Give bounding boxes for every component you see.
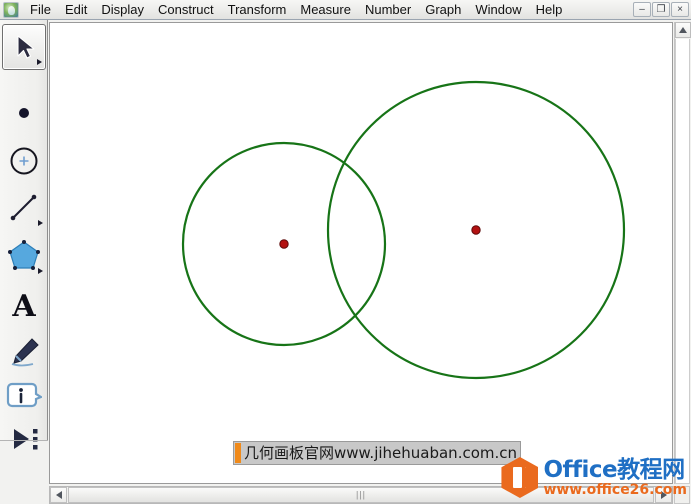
minimize-button[interactable]: – [633,2,651,17]
menu-window[interactable]: Window [468,0,528,19]
chevron-left-icon [55,491,62,499]
menu-file[interactable]: File [23,0,58,19]
flyout-triangle-icon[interactable] [37,59,42,65]
window-controls: – ❐ × [633,2,689,17]
svg-text:A: A [11,289,36,323]
geometers-sketchpad-window: File Edit Display Construct Transform Me… [0,0,691,504]
circle-compass-icon [10,147,38,175]
scroll-up-arrow-icon[interactable] [675,22,691,38]
restore-button[interactable]: ❐ [652,2,670,17]
text-letter-a-icon: A [11,289,36,323]
center-point-right[interactable] [471,225,481,235]
point-tool[interactable] [2,90,46,136]
chevron-right-icon [660,491,667,499]
custom-tools-triangle-icon [14,429,38,450]
selection-arrow-tool[interactable] [2,24,46,70]
toolbar-divider [0,440,48,441]
point-dot-icon [19,108,29,118]
horizontal-scroll-thumb[interactable]: ||| [68,487,654,503]
vertical-scrollbar[interactable] [674,22,691,484]
menu-display[interactable]: Display [94,0,151,19]
menu-help[interactable]: Help [529,0,570,19]
text-label-value[interactable]: 几何画板官网www.jihehuaban.com.cn [241,442,520,464]
menu-measure[interactable]: Measure [293,0,358,19]
vertical-scroll-track[interactable] [675,39,690,484]
scroll-left-arrow-icon[interactable] [50,487,67,503]
text-tool[interactable]: A [2,282,46,328]
menu-graph[interactable]: Graph [418,0,468,19]
sketch-canvas[interactable] [49,22,673,484]
sketch-text-label[interactable]: 几何画板官网www.jihehuaban.com.cn [233,441,522,465]
horizontal-scrollbar[interactable]: ||| [49,486,673,504]
scrollbar-corner [674,486,690,504]
custom-tools[interactable] [2,416,46,462]
straightedge-tool[interactable] [2,184,46,230]
compass-circle-tool[interactable] [2,138,46,184]
chevron-up-icon [679,27,687,33]
menu-number[interactable]: Number [358,0,418,19]
polygon-tool[interactable] [2,232,46,278]
app-globe-icon [3,1,19,18]
menu-construct[interactable]: Construct [151,0,221,19]
tool-palette: A [0,20,48,450]
information-tool[interactable] [2,372,46,418]
marker-pen-icon [11,338,39,367]
flyout-triangle-icon[interactable] [38,268,43,274]
menu-edit[interactable]: Edit [58,0,94,19]
menu-transform[interactable]: Transform [221,0,294,19]
sketch-drawing [181,80,626,380]
flyout-triangle-icon[interactable] [38,220,43,226]
menu-bar: File Edit Display Construct Transform Me… [0,0,691,20]
info-bubble-icon [6,382,42,408]
scroll-thumb-grip-icon: ||| [355,489,367,500]
scroll-right-arrow-icon[interactable] [655,487,672,503]
close-button[interactable]: × [671,2,689,17]
marker-pen-tool[interactable] [2,328,46,374]
center-point-left[interactable] [279,239,289,249]
